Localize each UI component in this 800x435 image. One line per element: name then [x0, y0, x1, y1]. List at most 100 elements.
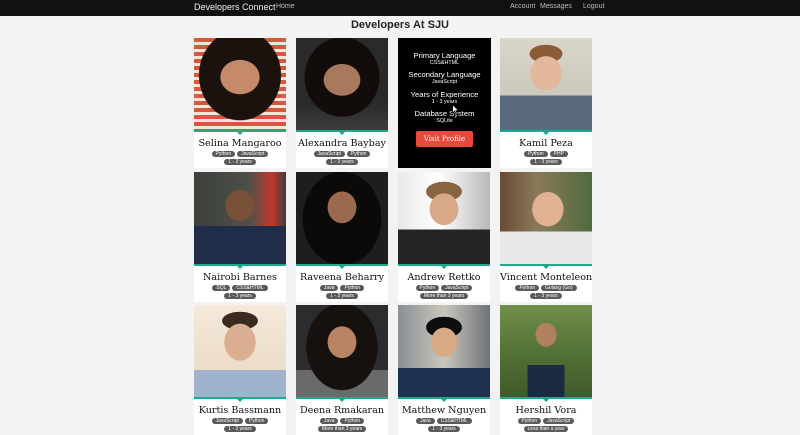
navbar: Developers Connect Home Account Messages…	[0, 0, 800, 16]
profile-photo[interactable]	[296, 305, 388, 398]
developer-card[interactable]: Hershil Vora Python JavaScript Less than …	[500, 305, 592, 435]
experience-value: 1 - 3 years	[431, 99, 458, 105]
card-notch	[338, 265, 346, 269]
language-tag: Java	[416, 418, 435, 424]
language-tags: Python JavaScript	[398, 285, 490, 291]
profile-photo[interactable]	[296, 172, 388, 265]
card-notch	[338, 131, 346, 135]
page-title: Developers At SJU	[350, 19, 450, 31]
profile-photo[interactable]	[296, 38, 388, 131]
experience-tag: Less than a year	[523, 426, 569, 432]
language-tag: Python	[346, 151, 371, 157]
card-notch	[542, 398, 550, 402]
experience-tag: 1 - 3 years	[530, 159, 562, 165]
nav-messages-link[interactable]: Messages	[540, 3, 572, 10]
profile-hover-overlay[interactable]: Primary Language CSS&HTML Secondary Lang…	[398, 38, 491, 168]
profile-photo[interactable]	[398, 172, 490, 265]
experience-tags: Less than a year	[500, 426, 592, 432]
nav-home-link[interactable]: Home	[276, 3, 295, 10]
developer-card[interactable]: Andrew Rettko Python JavaScript More than…	[398, 172, 490, 302]
developer-name[interactable]: Matthew Nguyen	[398, 405, 490, 416]
nav-account-link[interactable]: Account	[510, 3, 535, 10]
experience-tag: 1 - 3 years	[326, 293, 358, 299]
primary-language-value: CSS&HTML	[429, 60, 460, 66]
language-tags: Java CSS&HTML	[398, 418, 490, 424]
developer-card[interactable]: Raveena Beharry Java Python 1 - 3 years	[296, 172, 388, 302]
developer-name[interactable]: Vincent Monteleone	[500, 272, 592, 283]
secondary-language-value: JavaScript	[431, 79, 458, 85]
language-tags: Python PHP	[500, 151, 592, 157]
profile-photo[interactable]	[398, 305, 490, 398]
language-tag: Python	[524, 151, 548, 157]
language-tags: Java Python	[296, 418, 388, 424]
experience-tag: More than 3 years	[317, 426, 367, 432]
experience-tags: 1 - 3 years	[194, 426, 286, 432]
language-tag: Python	[244, 418, 269, 424]
developer-card[interactable]: Deena Rmakaran Java Python More than 3 ye…	[296, 305, 388, 435]
experience-tag: 1 - 3 years	[326, 159, 358, 165]
cursor-icon	[452, 104, 460, 115]
card-notch	[236, 265, 244, 269]
profile-photo[interactable]	[500, 38, 592, 131]
developer-name[interactable]: Kurtis Bassmann	[194, 405, 286, 416]
language-tags: Java Python	[296, 285, 388, 291]
language-tag: SQL	[212, 285, 231, 291]
card-notch	[338, 398, 346, 402]
card-notch	[542, 131, 550, 135]
language-tags: JavaScript Python	[296, 151, 388, 157]
developer-name[interactable]: Hershil Vora	[500, 405, 592, 416]
language-tag: JavaScript	[237, 151, 269, 157]
experience-tags: 1 - 3 years	[500, 293, 592, 299]
card-notch	[236, 398, 244, 402]
language-tag: Java	[319, 285, 339, 291]
experience-tag: 1 - 3 years	[224, 159, 256, 165]
visit-profile-button[interactable]: Visit Profile	[416, 131, 473, 147]
developer-card[interactable]: Kamil Peza Python PHP 1 - 3 years	[500, 38, 592, 168]
developer-card[interactable]: Nairobi Barnes SQL CSS&HTML 1 - 3 years	[194, 172, 286, 302]
language-tags: Python Golang (Go)	[500, 285, 592, 291]
experience-tag: 1 - 3 years	[530, 293, 562, 299]
card-notch	[542, 265, 550, 269]
experience-tags: 1 - 3 years	[398, 426, 490, 432]
experience-tag: 1 - 3 years	[428, 426, 460, 432]
profile-photo[interactable]	[194, 172, 286, 265]
nav-logout-link[interactable]: Logout	[583, 3, 604, 10]
language-tag: CSS&HTML	[232, 285, 268, 291]
database-value: SQLite	[436, 118, 453, 124]
brand-link[interactable]: Developers Connect	[194, 2, 276, 12]
experience-tags: More than 3 years	[296, 426, 388, 432]
language-tag: Java	[319, 418, 339, 424]
card-notch	[440, 265, 448, 269]
secondary-language-label: Secondary Language	[408, 70, 481, 79]
experience-tags: 1 - 3 years	[194, 293, 286, 299]
profile-photo[interactable]	[500, 305, 592, 398]
developer-name[interactable]: Raveena Beharry	[296, 272, 388, 283]
profile-photo[interactable]	[194, 38, 286, 131]
developer-card[interactable]: Matthew Nguyen Java CSS&HTML 1 - 3 years	[398, 305, 490, 435]
developer-name[interactable]: Andrew Rettko	[398, 272, 490, 283]
developer-card[interactable]: Alexandra Baybay JavaScript Python 1 - 3 …	[296, 38, 388, 168]
language-tag: Golang (Go)	[541, 285, 577, 291]
profile-photo[interactable]	[194, 305, 286, 398]
language-tag: JavaScript	[441, 285, 473, 291]
developer-name[interactable]: Nairobi Barnes	[194, 272, 286, 283]
developer-name[interactable]: Kamil Peza	[500, 138, 592, 149]
developer-name[interactable]: Deena Rmakaran	[296, 405, 388, 416]
card-notch	[440, 398, 448, 402]
experience-tag: 1 - 3 years	[224, 293, 256, 299]
developer-name[interactable]: Selina Mangaroo	[194, 138, 286, 149]
language-tag: Python	[515, 285, 540, 291]
language-tag: Python	[340, 418, 365, 424]
language-tags: SQL CSS&HTML	[194, 285, 286, 291]
language-tag: Python	[211, 151, 236, 157]
language-tags: Python JavaScript	[500, 418, 592, 424]
developer-name[interactable]: Alexandra Baybay	[296, 138, 388, 149]
card-notch	[236, 131, 244, 135]
developer-card[interactable]: Kurtis Bassmann JavaScript Python 1 - 3 y…	[194, 305, 286, 435]
language-tag: JavaScript	[543, 418, 575, 424]
language-tag: Python	[415, 285, 440, 291]
developer-card[interactable]: Vincent Monteleone Python Golang (Go) 1 -…	[500, 172, 592, 302]
developer-card[interactable]: Selina Mangaroo Python JavaScript 1 - 3 y…	[194, 38, 286, 168]
profile-photo[interactable]	[500, 172, 592, 265]
experience-tags: More than 3 years	[398, 293, 490, 299]
